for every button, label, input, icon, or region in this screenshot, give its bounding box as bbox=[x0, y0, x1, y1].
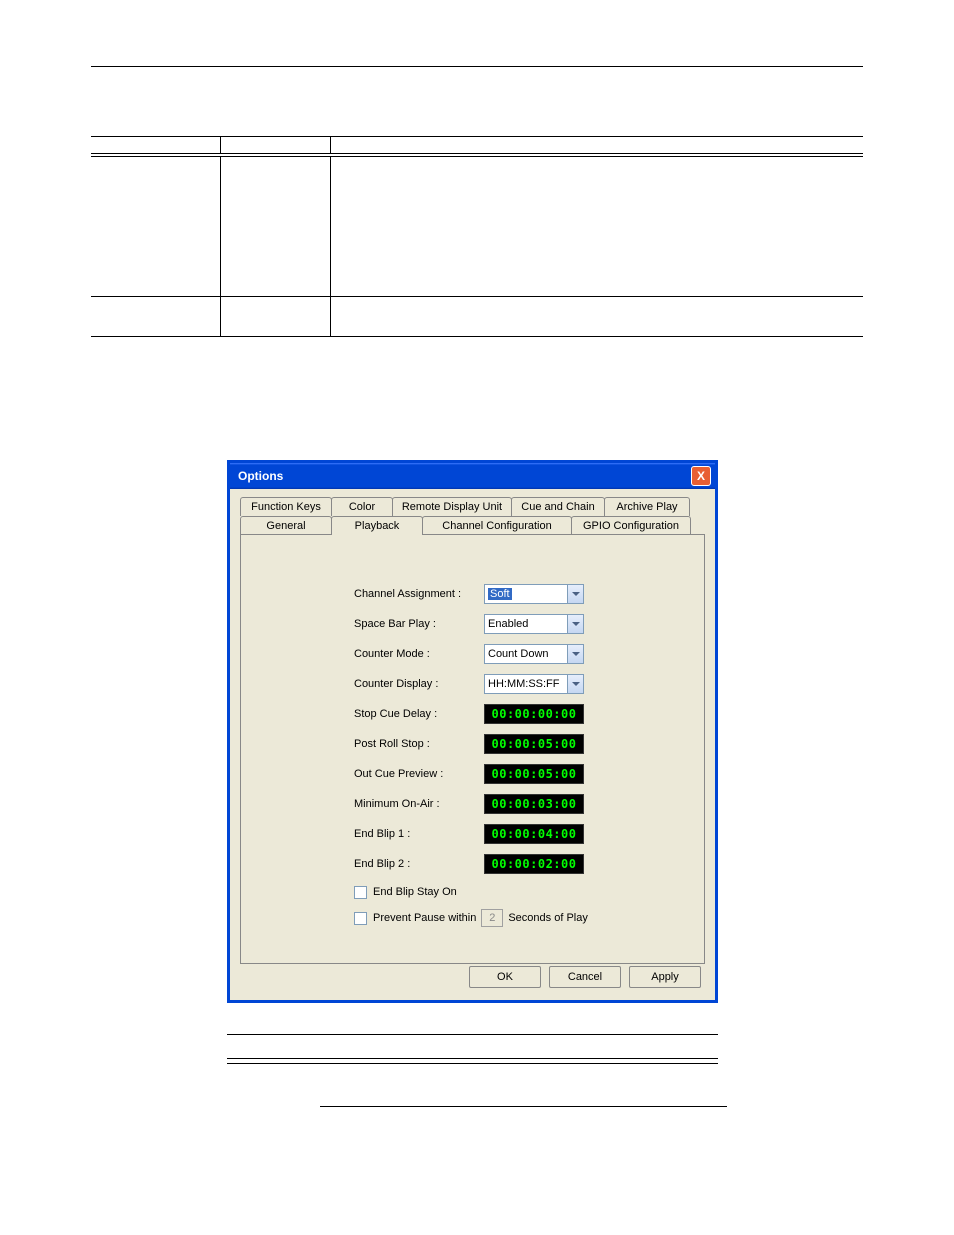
field-counter-mode: Counter Mode : Count Down bbox=[354, 639, 704, 669]
combo-counter-mode[interactable]: Count Down bbox=[484, 644, 584, 664]
close-button[interactable]: X bbox=[691, 466, 711, 486]
combo-value: HH:MM:SS:FF bbox=[488, 678, 560, 690]
timecode-end-blip-2[interactable]: 00:00:02:00 bbox=[484, 854, 584, 874]
field-channel-assignment: Channel Assignment : Soft bbox=[354, 579, 704, 609]
label-prevent-pause-post: Seconds of Play bbox=[508, 912, 588, 924]
td-r2c3 bbox=[331, 297, 863, 336]
titlebar: Options X bbox=[230, 463, 715, 489]
field-stop-cue-delay: Stop Cue Delay : 00:00:00:00 bbox=[354, 699, 704, 729]
timecode-minimum-on-air[interactable]: 00:00:03:00 bbox=[484, 794, 584, 814]
tab-channel-configuration[interactable]: Channel Configuration bbox=[422, 516, 572, 535]
timecode-end-blip-1[interactable]: 00:00:04:00 bbox=[484, 824, 584, 844]
label-end-blip-2: End Blip 2 : bbox=[354, 858, 484, 870]
combo-value: Soft bbox=[488, 588, 512, 600]
dialog-buttons: OK Cancel Apply bbox=[469, 966, 701, 988]
field-end-blip-2: End Blip 2 : 00:00:02:00 bbox=[354, 849, 704, 879]
label-end-blip-1: End Blip 1 : bbox=[354, 828, 484, 840]
combo-space-bar-play[interactable]: Enabled bbox=[484, 614, 584, 634]
td-r1c2 bbox=[221, 157, 331, 296]
chevron-down-icon bbox=[567, 645, 583, 663]
tabs-row-1: Function Keys Color Remote Display Unit … bbox=[240, 497, 705, 516]
field-counter-display: Counter Display : HH:MM:SS:FF bbox=[354, 669, 704, 699]
tabs-area: Function Keys Color Remote Display Unit … bbox=[230, 489, 715, 964]
combo-counter-display[interactable]: HH:MM:SS:FF bbox=[484, 674, 584, 694]
timecode-stop-cue-delay[interactable]: 00:00:00:00 bbox=[484, 704, 584, 724]
label-out-cue-preview: Out Cue Preview : bbox=[354, 768, 484, 780]
label-channel-assignment: Channel Assignment : bbox=[354, 588, 484, 600]
chevron-down-icon bbox=[567, 615, 583, 633]
tab-general[interactable]: General bbox=[240, 516, 332, 535]
top-table bbox=[91, 136, 863, 337]
td-r1c1 bbox=[91, 157, 221, 296]
tab-gpio-configuration[interactable]: GPIO Configuration bbox=[571, 516, 691, 535]
desc-hr-3 bbox=[320, 1106, 727, 1107]
combo-value: Enabled bbox=[488, 618, 528, 630]
desc-hr-2b bbox=[227, 1063, 718, 1064]
tab-playback[interactable]: Playback bbox=[331, 516, 423, 535]
checkbox-end-blip-stay-on[interactable] bbox=[354, 886, 367, 899]
cancel-button[interactable]: Cancel bbox=[549, 966, 621, 988]
td-r2c1 bbox=[91, 297, 221, 336]
apply-button[interactable]: Apply bbox=[629, 966, 701, 988]
th-col2 bbox=[221, 137, 331, 153]
field-end-blip-1: End Blip 1 : 00:00:04:00 bbox=[354, 819, 704, 849]
field-end-blip-stay-on: End Blip Stay On bbox=[354, 879, 704, 905]
combo-value: Count Down bbox=[488, 648, 549, 660]
tab-archive-play[interactable]: Archive Play bbox=[604, 497, 690, 516]
label-end-blip-stay-on: End Blip Stay On bbox=[373, 886, 457, 898]
page-hr-top bbox=[91, 66, 863, 67]
label-post-roll-stop: Post Roll Stop : bbox=[354, 738, 484, 750]
dialog-title: Options bbox=[238, 469, 283, 483]
checkbox-prevent-pause[interactable] bbox=[354, 912, 367, 925]
label-minimum-on-air: Minimum On-Air : bbox=[354, 798, 484, 810]
field-out-cue-preview: Out Cue Preview : 00:00:05:00 bbox=[354, 759, 704, 789]
td-r2c2 bbox=[221, 297, 331, 336]
field-space-bar-play: Space Bar Play : Enabled bbox=[354, 609, 704, 639]
timecode-out-cue-preview[interactable]: 00:00:05:00 bbox=[484, 764, 584, 784]
field-post-roll-stop: Post Roll Stop : 00:00:05:00 bbox=[354, 729, 704, 759]
chevron-down-icon bbox=[567, 675, 583, 693]
combo-channel-assignment[interactable]: Soft bbox=[484, 584, 584, 604]
td-r1c3 bbox=[331, 157, 863, 296]
field-prevent-pause: Prevent Pause within Seconds of Play bbox=[354, 905, 704, 931]
timecode-post-roll-stop[interactable]: 00:00:05:00 bbox=[484, 734, 584, 754]
options-dialog: Options X Function Keys Color Remote Dis… bbox=[227, 460, 718, 1003]
ok-button[interactable]: OK bbox=[469, 966, 541, 988]
input-prevent-pause-seconds[interactable] bbox=[481, 909, 503, 927]
tab-remote-display-unit[interactable]: Remote Display Unit bbox=[392, 497, 512, 516]
tab-panel-playback: Channel Assignment : Soft Space Bar Play… bbox=[240, 534, 705, 964]
th-col3 bbox=[331, 137, 863, 153]
tabs-row-2: General Playback Channel Configuration G… bbox=[240, 516, 705, 535]
tab-color[interactable]: Color bbox=[331, 497, 393, 516]
desc-hr-1 bbox=[227, 1034, 718, 1035]
label-space-bar-play: Space Bar Play : bbox=[354, 618, 484, 630]
tab-cue-and-chain[interactable]: Cue and Chain bbox=[511, 497, 605, 516]
label-counter-mode: Counter Mode : bbox=[354, 648, 484, 660]
field-minimum-on-air: Minimum On-Air : 00:00:03:00 bbox=[354, 789, 704, 819]
desc-hr-2 bbox=[227, 1058, 718, 1059]
label-prevent-pause-pre: Prevent Pause within bbox=[373, 912, 476, 924]
tab-function-keys[interactable]: Function Keys bbox=[240, 497, 332, 516]
label-counter-display: Counter Display : bbox=[354, 678, 484, 690]
close-icon: X bbox=[697, 469, 705, 483]
chevron-down-icon bbox=[567, 585, 583, 603]
th-col1 bbox=[91, 137, 221, 153]
label-stop-cue-delay: Stop Cue Delay : bbox=[354, 708, 484, 720]
